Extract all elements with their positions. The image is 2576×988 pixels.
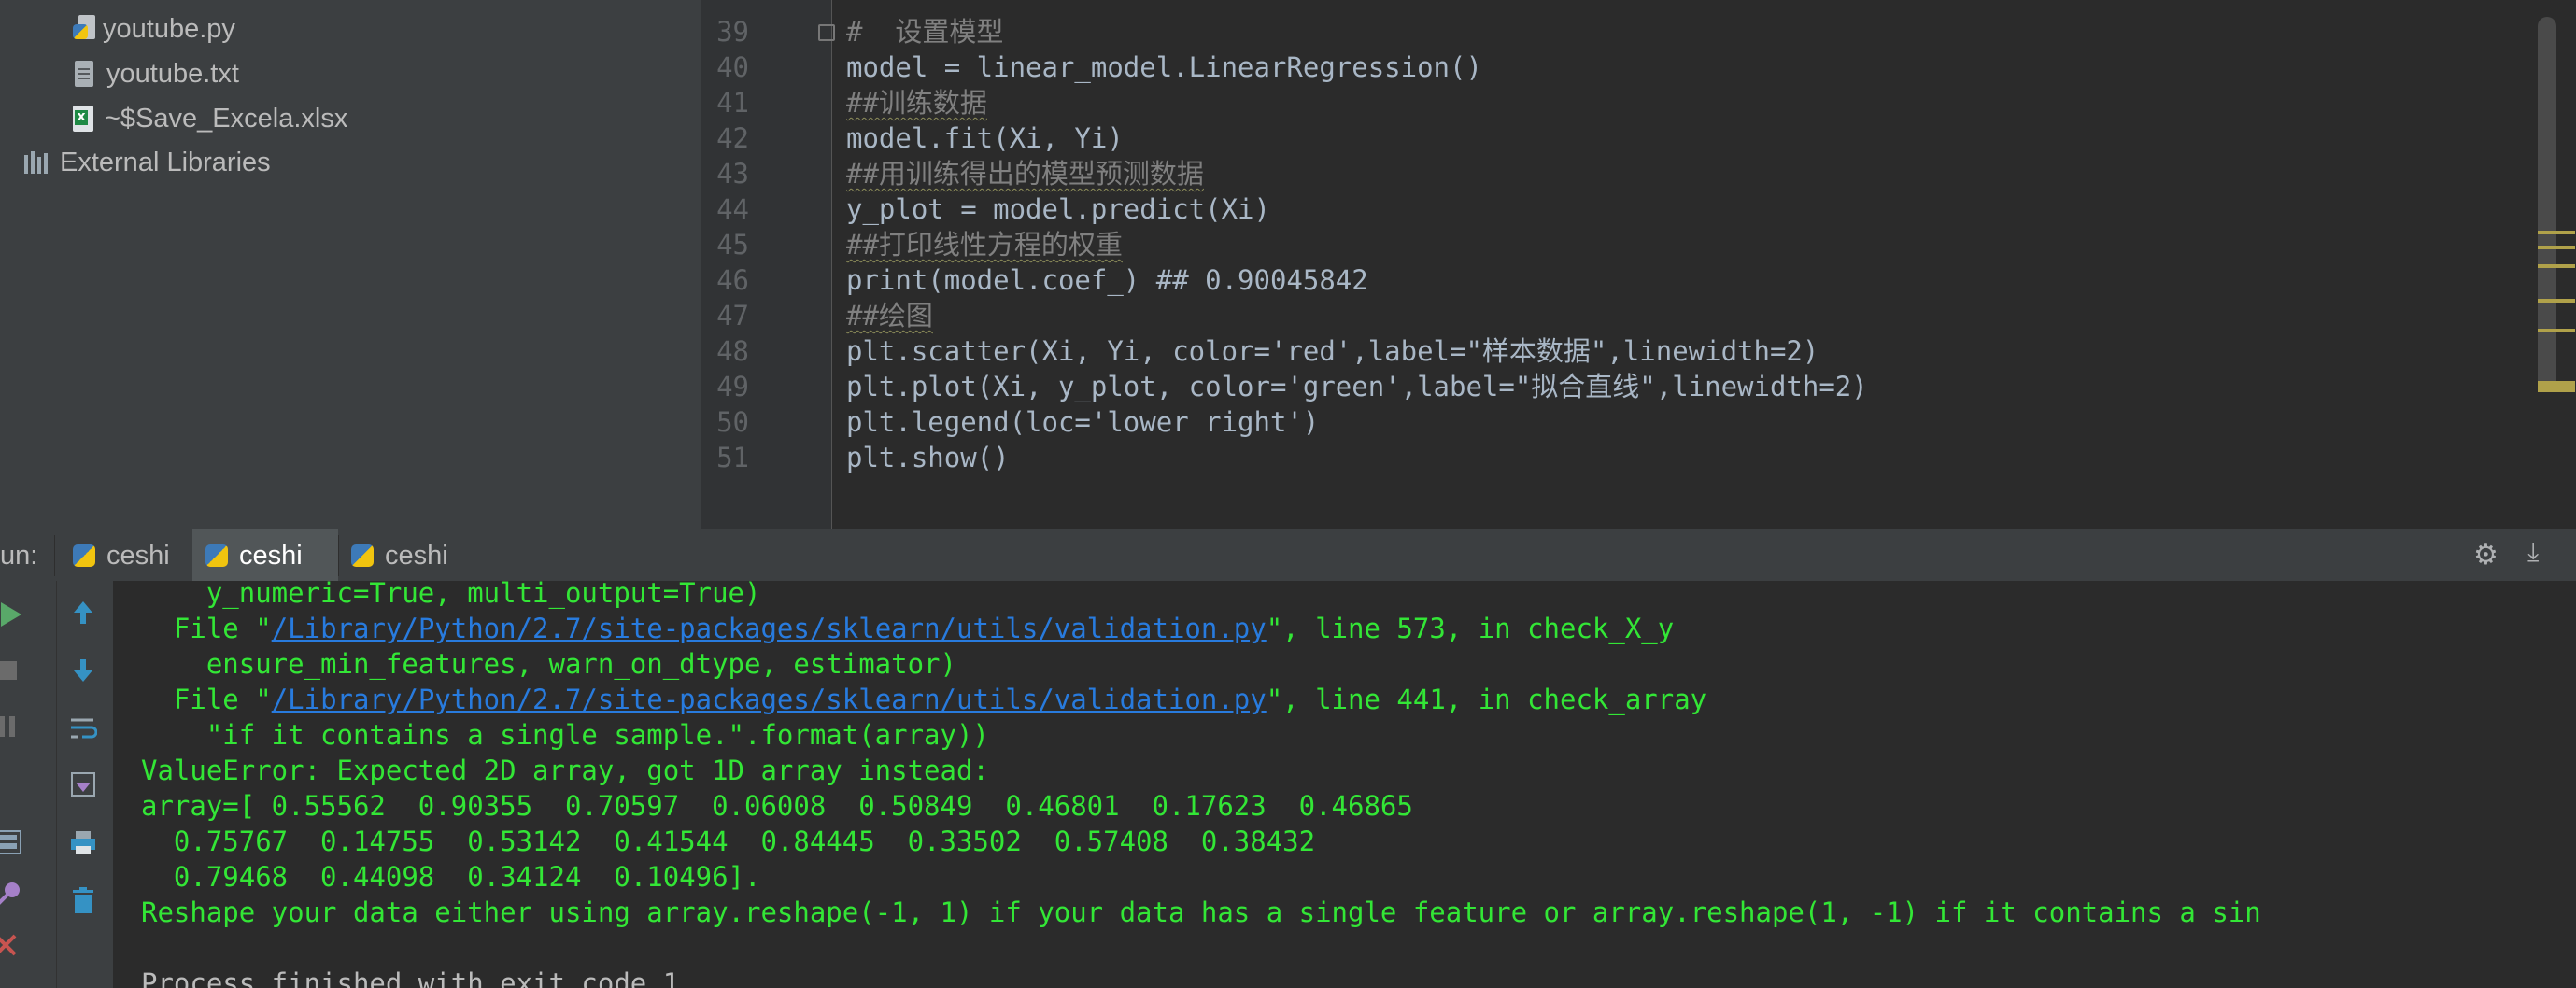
close-icon[interactable] (0, 928, 22, 962)
editor-scrollbar[interactable] (2538, 17, 2556, 390)
process-finished-line: Process finished with exit code 1 (141, 967, 680, 988)
pause-icon[interactable] (0, 710, 24, 743)
run-tab-label: ceshi (239, 540, 303, 571)
line-number: 50 (716, 406, 749, 438)
down-arrow-icon[interactable] (66, 654, 100, 687)
trash-icon[interactable] (66, 883, 100, 917)
code-line-43[interactable]: ##用训练得出的模型预测数据 (846, 156, 1204, 191)
tree-item-external-libraries[interactable]: External Libraries (24, 142, 271, 183)
console-line-with-link: File "/Library/Python/2.7/site-packages/… (141, 684, 1707, 715)
scroll-to-end-icon[interactable] (66, 768, 100, 801)
warning-marker[interactable] (2538, 329, 2575, 332)
tree-item-youtube-py[interactable]: youtube.py (73, 8, 235, 49)
libraries-icon (24, 151, 52, 174)
tree-item-youtube-txt[interactable]: youtube.txt (75, 53, 239, 94)
fold-marker-icon[interactable] (818, 24, 835, 41)
console-line: Reshape your data either using array.res… (141, 896, 2261, 928)
code-line-50[interactable]: plt.legend(loc='lower right') (846, 404, 1319, 440)
code-line-48[interactable]: plt.scatter(Xi, Yi, color='red',label="样… (846, 333, 1819, 369)
line-number: 48 (716, 335, 749, 367)
excel-file-icon (73, 106, 93, 132)
console-line: array=[ 0.55562 0.90355 0.70597 0.06008 … (141, 790, 1413, 822)
console-line: y_numeric=True, multi_output=True) (141, 581, 761, 609)
line-number: 44 (716, 193, 749, 225)
tree-item-xlsx[interactable]: ~$Save_Excela.xlsx (73, 98, 347, 139)
line-number: 40 (716, 51, 749, 83)
run-tab-label: ceshi (385, 540, 448, 571)
code-line-49[interactable]: plt.plot(Xi, y_plot, color='green',label… (846, 369, 1868, 404)
soft-wrap-icon[interactable] (66, 712, 100, 745)
code-line-46[interactable]: print(model.coef_) ## 0.90045842 (846, 262, 1368, 298)
project-panel: youtube.py youtube.txt ~$Save_Excela.xls… (0, 0, 701, 529)
code-line-40[interactable]: model = linear_model.LinearRegression() (846, 49, 1482, 85)
stop-icon[interactable] (0, 654, 24, 687)
warning-marker[interactable] (2538, 299, 2575, 303)
line-number: 41 (716, 87, 749, 119)
console-line: "if it contains a single sample.".format… (141, 719, 989, 751)
line-number: 42 (716, 122, 749, 154)
code-line-39[interactable]: # 设置模型 (846, 14, 1003, 49)
python-icon (205, 544, 228, 567)
run-tab-1[interactable]: ceshi (60, 529, 183, 582)
code-editor[interactable]: 39 40 41 42 43 44 45 46 47 48 49 50 51 #… (701, 0, 2576, 529)
tree-item-label: External Libraries (60, 147, 271, 177)
code-line-41[interactable]: ##训练数据 (846, 85, 987, 120)
line-number: 43 (716, 158, 749, 190)
rerun-icon[interactable] (0, 598, 28, 631)
run-tab-3[interactable]: ceshi (338, 529, 461, 582)
line-number: 49 (716, 371, 749, 402)
file-link[interactable]: /Library/Python/2.7/site-packages/sklear… (272, 613, 1267, 644)
console-line: ValueError: Expected 2D array, got 1D ar… (141, 755, 989, 786)
warning-marker[interactable] (2538, 381, 2575, 392)
python-icon (351, 544, 374, 567)
line-number: 45 (716, 229, 749, 261)
code-line-51[interactable]: plt.show() (846, 440, 1010, 475)
run-tab-2[interactable]: ceshi (192, 529, 338, 582)
line-number: 51 (716, 442, 749, 473)
run-tool-window-header: un: ceshi ceshi ceshi ⚙ ⤓ (0, 529, 2576, 583)
gear-icon[interactable]: ⚙ (2473, 539, 2498, 572)
console-line: ensure_min_features, warn_on_dtype, esti… (141, 648, 956, 680)
line-number: 47 (716, 300, 749, 332)
console-line-with-link: File "/Library/Python/2.7/site-packages/… (141, 613, 1675, 644)
tree-item-label: youtube.py (103, 13, 235, 44)
warning-marker[interactable] (2538, 264, 2575, 268)
code-line-45[interactable]: ##打印线性方程的权重 (846, 227, 1123, 262)
console-line: 0.75767 0.14755 0.53142 0.41544 0.84445 … (141, 826, 1316, 857)
warning-marker[interactable] (2538, 246, 2575, 249)
code-line-44[interactable]: y_plot = model.predict(Xi) (846, 191, 1270, 227)
run-toolbar-left (0, 581, 56, 988)
run-label: un: (0, 541, 38, 571)
warning-marker[interactable] (2538, 231, 2575, 234)
python-icon (73, 544, 95, 567)
file-link[interactable]: /Library/Python/2.7/site-packages/sklear… (272, 684, 1267, 715)
python-file-icon (73, 15, 95, 43)
console-line: 0.79468 0.44098 0.34124 0.10496]. (141, 861, 761, 893)
hide-panel-icon[interactable]: ⤓ (2527, 537, 2539, 568)
line-number: 46 (716, 264, 749, 296)
layout-icon[interactable] (0, 826, 24, 859)
pin-icon[interactable] (0, 878, 24, 911)
up-arrow-icon[interactable] (66, 596, 100, 629)
run-toolbar-right (56, 581, 113, 988)
code-line-47[interactable]: ##绘图 (846, 298, 933, 333)
line-number: 39 (716, 16, 749, 48)
run-console[interactable]: y_numeric=True, multi_output=True) File … (113, 581, 2576, 988)
line-number-gutter: 39 40 41 42 43 44 45 46 47 48 49 50 51 (701, 0, 831, 529)
code-line-42[interactable]: model.fit(Xi, Yi) (846, 120, 1124, 156)
tree-item-label: youtube.txt (106, 58, 239, 89)
text-file-icon (75, 61, 93, 87)
tree-item-label: ~$Save_Excela.xlsx (105, 103, 348, 134)
run-tab-label: ceshi (106, 540, 170, 571)
print-icon[interactable] (66, 826, 100, 859)
